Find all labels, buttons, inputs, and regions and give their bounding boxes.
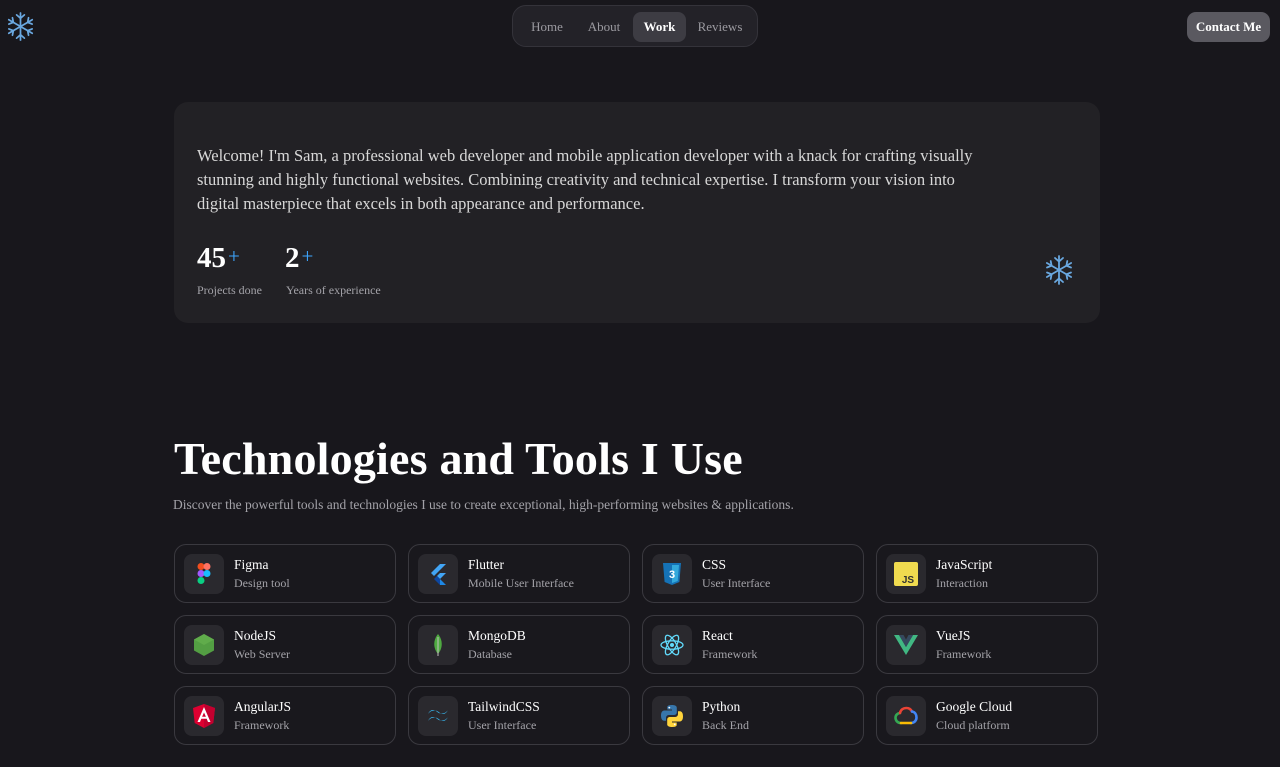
tool-name: Figma (234, 557, 269, 572)
plus-icon: + (301, 244, 314, 268)
tool-desc: Framework (936, 647, 992, 661)
tool-name: MongoDB (468, 628, 526, 643)
tool-card-tailwind[interactable]: TailwindCSS User Interface (408, 686, 630, 745)
css-icon: 3 (652, 554, 692, 594)
tool-card-nodejs[interactable]: NodeJS Web Server (174, 615, 396, 674)
python-icon (652, 696, 692, 736)
stat-experience-label: Years of experience (286, 283, 381, 297)
figma-icon (184, 554, 224, 594)
tool-name: VueJS (936, 628, 971, 643)
stat-projects-label: Projects done (197, 283, 262, 297)
tool-name: TailwindCSS (468, 699, 540, 714)
main-nav: Home About Work Reviews (512, 5, 758, 47)
react-icon (652, 625, 692, 665)
tool-desc: Mobile User Interface (468, 576, 574, 590)
tool-name: CSS (702, 557, 727, 572)
mongodb-icon (418, 625, 458, 665)
tool-name: AngularJS (234, 699, 291, 714)
nav-about[interactable]: About (576, 12, 632, 42)
nav-home[interactable]: Home (519, 12, 575, 42)
section-subtitle: Discover the powerful tools and technolo… (173, 497, 794, 512)
javascript-icon: JS (886, 554, 926, 594)
contact-me-button[interactable]: Contact Me (1187, 12, 1270, 42)
tool-name: NodeJS (234, 628, 277, 643)
vuejs-icon (886, 625, 926, 665)
tool-desc: Back End (702, 718, 749, 732)
tool-desc: Interaction (936, 576, 988, 590)
tool-card-google-cloud[interactable]: Google Cloud Cloud platform (876, 686, 1098, 745)
section-title: Technologies and Tools I Use (174, 433, 743, 484)
intro-card: Welcome! I'm Sam, a professional web dev… (174, 102, 1100, 323)
tool-desc: Database (468, 647, 512, 661)
tool-card-react[interactable]: React Framework (642, 615, 864, 674)
intro-text: Welcome! I'm Sam, a professional web dev… (197, 146, 973, 213)
tool-name: Flutter (468, 557, 504, 572)
tool-card-figma[interactable]: Figma Design tool (174, 544, 396, 603)
google-cloud-icon (886, 696, 926, 736)
tool-desc: Cloud platform (936, 718, 1010, 732)
stat-projects-value: 45+ (197, 242, 240, 274)
tailwind-icon (418, 696, 458, 736)
tool-desc: Framework (702, 647, 758, 661)
tool-card-javascript[interactable]: JS JavaScript Interaction (876, 544, 1098, 603)
tool-card-css[interactable]: 3 CSS User Interface (642, 544, 864, 603)
plus-icon: + (228, 244, 240, 268)
snowflake-icon (1046, 255, 1073, 285)
stat-experience-value: 2+ (285, 242, 314, 274)
tool-card-angular[interactable]: AngularJS Framework (174, 686, 396, 745)
tool-card-vuejs[interactable]: VueJS Framework (876, 615, 1098, 674)
tool-card-python[interactable]: Python Back End (642, 686, 864, 745)
nav-reviews[interactable]: Reviews (690, 12, 750, 42)
svg-text:JS: JS (902, 575, 915, 586)
tool-desc: Framework (234, 718, 290, 732)
flutter-icon (418, 554, 458, 594)
tool-name: JavaScript (936, 557, 993, 572)
tool-name: React (702, 628, 733, 643)
tool-name: Python (702, 699, 741, 714)
snowflake-logo-icon[interactable] (5, 11, 36, 42)
nodejs-icon (184, 625, 224, 665)
tool-desc: Web Server (234, 647, 291, 661)
tool-desc: Design tool (234, 576, 290, 590)
angular-icon (184, 696, 224, 736)
tool-card-flutter[interactable]: Flutter Mobile User Interface (408, 544, 630, 603)
tool-name: Google Cloud (936, 699, 1013, 714)
svg-text:3: 3 (669, 569, 675, 581)
tool-desc: User Interface (468, 718, 537, 732)
tool-desc: User Interface (702, 576, 771, 590)
tool-card-mongodb[interactable]: MongoDB Database (408, 615, 630, 674)
nav-work[interactable]: Work (633, 12, 686, 42)
